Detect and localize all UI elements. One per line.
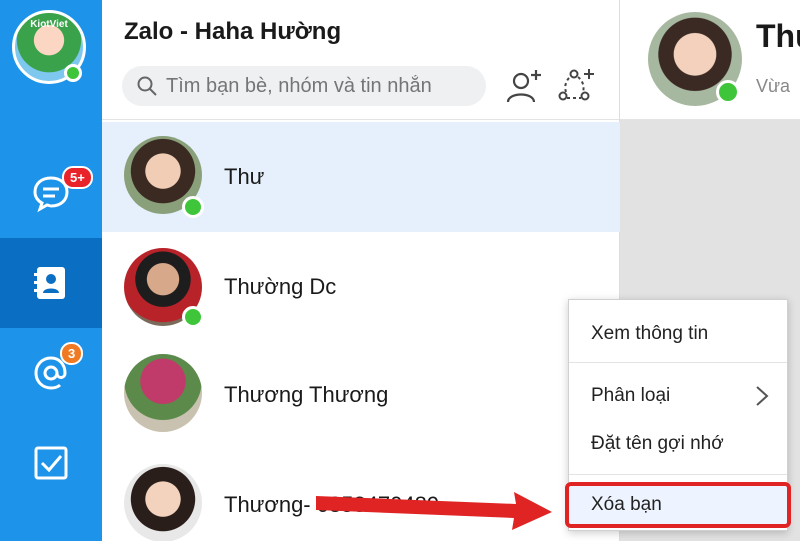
- nav-mentions[interactable]: 3: [0, 328, 102, 418]
- menu-item-delete-friend[interactable]: Xóa bạn: [565, 482, 791, 528]
- menu-item-nickname[interactable]: Đặt tên gợi nhớ: [569, 421, 787, 467]
- mention-badge: 3: [60, 342, 84, 365]
- chat-status: Vừa: [756, 76, 791, 96]
- search-box[interactable]: [122, 66, 486, 106]
- arrow-annotation-icon: [316, 492, 552, 530]
- menu-divider: [569, 474, 787, 475]
- online-indicator: [716, 80, 740, 104]
- contact-avatar: [124, 354, 202, 432]
- contact-row[interactable]: Thư: [102, 122, 620, 232]
- menu-item-label: Phân loại: [591, 385, 671, 406]
- create-group-button[interactable]: [554, 64, 598, 108]
- chat-header: Thư Vừa: [620, 0, 800, 120]
- contact-row[interactable]: Thương Thương: [102, 342, 620, 452]
- contact-row[interactable]: Thường Dc: [102, 232, 620, 342]
- online-indicator: [182, 196, 204, 218]
- menu-divider: [569, 362, 787, 363]
- create-group-icon: [558, 69, 594, 101]
- search-icon: [137, 76, 157, 96]
- menu-item-categorize[interactable]: Phân loại: [569, 373, 787, 419]
- online-indicator: [182, 306, 204, 328]
- contact-avatar: [124, 464, 202, 541]
- list-header: Zalo - Haha Hường: [102, 0, 619, 120]
- contacts-icon: [34, 267, 65, 299]
- nav-todo[interactable]: [0, 418, 102, 508]
- nav-messages[interactable]: 5+: [0, 148, 102, 238]
- app-title: Zalo - Haha Hường: [124, 18, 342, 45]
- todo-icon: [34, 446, 68, 480]
- context-menu: Xem thông tin Phân loại Đặt tên gợi nhớ …: [565, 299, 791, 531]
- chevron-right-icon: [756, 386, 769, 406]
- sidebar: KiotViet 5+ 3: [0, 0, 102, 541]
- add-friend-icon: [506, 70, 541, 103]
- contact-list-panel: Zalo - Haha Hường Thư Thường Dc Thương T…: [102, 0, 620, 541]
- chat-title: Thư: [756, 18, 800, 54]
- online-indicator: [64, 64, 82, 82]
- add-friend-button[interactable]: [502, 64, 546, 108]
- search-input[interactable]: [166, 74, 466, 98]
- avatar-brand-text: KiotViet: [30, 19, 68, 30]
- contact-name: Thương Thương: [224, 382, 389, 407]
- menu-item-view-info[interactable]: Xem thông tin: [569, 311, 787, 357]
- contact-name: Thường Dc: [224, 274, 337, 299]
- contact-name: Thư: [224, 164, 265, 189]
- unread-badge: 5+: [62, 166, 93, 189]
- nav-contacts[interactable]: [0, 238, 102, 328]
